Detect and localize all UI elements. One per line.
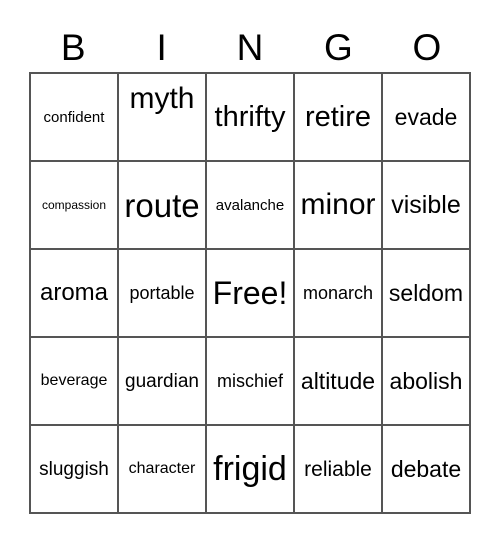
- bingo-cell: myth: [118, 73, 206, 161]
- bingo-header: B I N G O: [29, 24, 471, 72]
- bingo-cell: evade: [382, 73, 470, 161]
- bingo-cell: mischief: [206, 337, 294, 425]
- bingo-cell: monarch: [294, 249, 382, 337]
- free-space-cell: Free!: [206, 249, 294, 337]
- bingo-cell: avalanche: [206, 161, 294, 249]
- bingo-cell: portable: [118, 249, 206, 337]
- bingo-cell: minor: [294, 161, 382, 249]
- bingo-cell: visible: [382, 161, 470, 249]
- bingo-cell: thrifty: [206, 73, 294, 161]
- bingo-cell: guardian: [118, 337, 206, 425]
- bingo-cell: retire: [294, 73, 382, 161]
- bingo-cell: abolish: [382, 337, 470, 425]
- bingo-grid: confident myth thrifty retire evade compassio…: [29, 72, 471, 514]
- bingo-cell: character: [118, 425, 206, 513]
- bingo-cell: reliable: [294, 425, 382, 513]
- header-letter-o: O: [412, 27, 442, 68]
- header-letter-g: G: [324, 27, 353, 68]
- header-letter-n: N: [236, 27, 264, 68]
- bingo-cell: beverage: [30, 337, 118, 425]
- bingo-cell: debate: [382, 425, 470, 513]
- bingo-cell: compassion: [30, 161, 118, 249]
- bingo-cell: frigid: [206, 425, 294, 513]
- bingo-cell: route: [118, 161, 206, 249]
- bingo-cell: sluggish: [30, 425, 118, 513]
- bingo-cell: confident: [30, 73, 118, 161]
- header-letter-i: I: [156, 27, 167, 68]
- bingo-cell: altitude: [294, 337, 382, 425]
- bingo-cell: seldom: [382, 249, 470, 337]
- bingo-cell: aroma: [30, 249, 118, 337]
- header-letter-b: B: [60, 27, 86, 68]
